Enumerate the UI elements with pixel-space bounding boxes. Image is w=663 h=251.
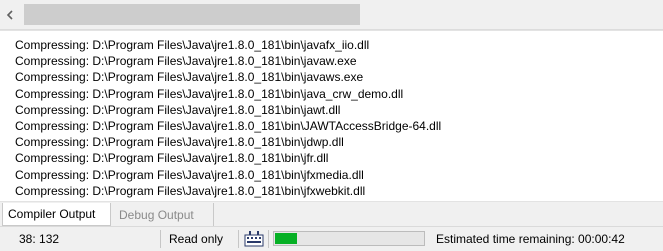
output-line: Compressing: D:\Program Files\Java\jre1.…: [15, 135, 344, 150]
compile-progress-bar: [273, 231, 425, 246]
output-line: Compressing: D:\Program Files\Java\jre1.…: [15, 86, 404, 101]
cursor-position: 38: 132: [19, 232, 60, 246]
scrollbar-thumb[interactable]: [24, 4, 360, 25]
output-line: Compressing: D:\Program Files\Java\jre1.…: [15, 70, 364, 85]
estimated-time-remaining: Estimated time remaining: 00:00:42: [436, 232, 625, 246]
output-lines: Compressing: D:\Program Files\Java\jre1.…: [0, 31, 663, 199]
read-only-indicator: Read only: [169, 232, 224, 246]
output-line: Compressing: D:\Program Files\Java\jre1.…: [15, 54, 357, 69]
tab-debug-output[interactable]: Debug Output: [114, 203, 214, 226]
status-divider: [160, 230, 161, 248]
output-line: Compressing: D:\Program Files\Java\jre1.…: [15, 167, 364, 182]
tab-compiler-output[interactable]: Compiler Output: [2, 203, 111, 226]
output-line: Compressing: D:\Program Files\Java\jre1.…: [15, 102, 341, 117]
status-bar: 38: 132 Read only Estimated time remaini…: [0, 227, 663, 251]
output-tabs: Compiler Output Debug Output: [0, 203, 663, 227]
chevron-left-icon[interactable]: [0, 2, 20, 28]
macro-recorder-icon[interactable]: [244, 231, 264, 247]
progress-fill: [275, 233, 298, 244]
output-line: Compressing: D:\Program Files\Java\jre1.…: [15, 151, 329, 166]
horizontal-scrollbar[interactable]: [0, 0, 663, 30]
status-divider: [268, 230, 269, 248]
output-line: Compressing: D:\Program Files\Java\jre1.…: [15, 119, 442, 134]
compiler-output-pane[interactable]: Compressing: D:\Program Files\Java\jre1.…: [0, 30, 663, 202]
status-divider: [238, 230, 239, 248]
compile-log-window: Compressing: D:\Program Files\Java\jre1.…: [0, 0, 663, 251]
output-line: Compressing: D:\Program Files\Java\jre1.…: [15, 183, 366, 198]
output-line: Compressing: D:\Program Files\Java\jre1.…: [15, 38, 370, 52]
